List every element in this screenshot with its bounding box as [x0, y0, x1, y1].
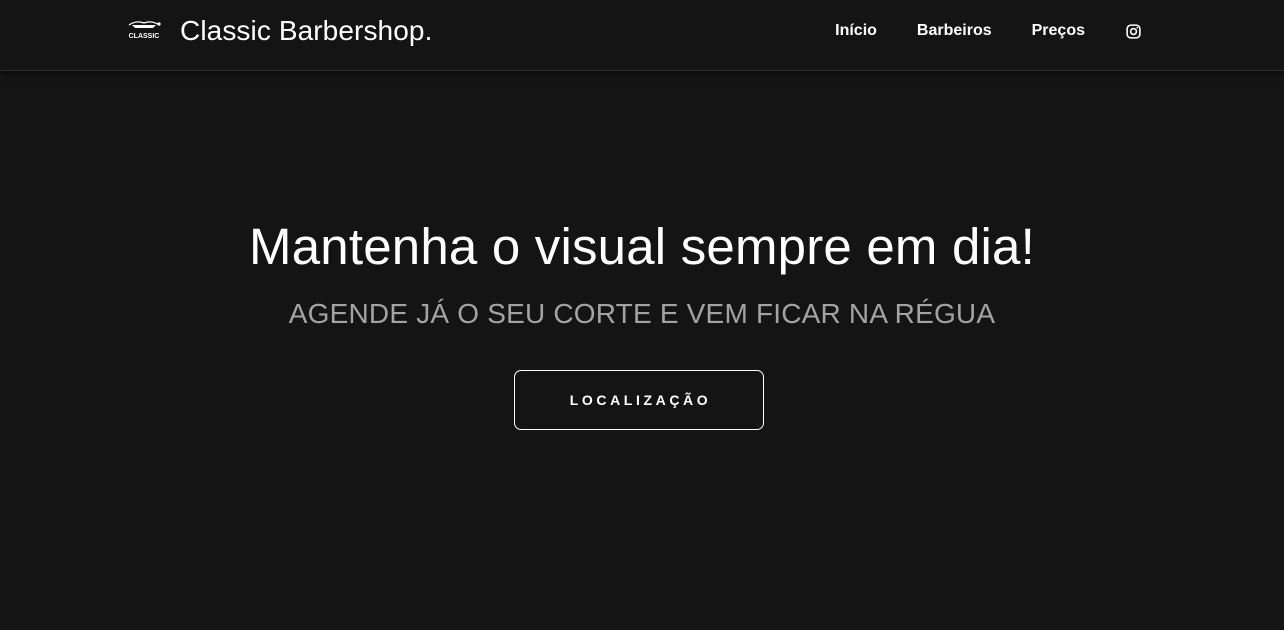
- nav-link-inicio[interactable]: Início: [835, 22, 877, 40]
- instagram-icon[interactable]: [1125, 23, 1141, 39]
- nav-link-barbeiros[interactable]: Barbeiros: [917, 22, 992, 40]
- classic-barbershop-logo-icon: CLASSIC: [126, 16, 162, 46]
- hero-section: Mantenha o visual sempre em dia! AGENDE …: [0, 72, 1284, 630]
- location-button[interactable]: LOCALIZAÇÃO: [514, 370, 764, 430]
- hero-title: Mantenha o visual sempre em dia!: [249, 218, 1035, 275]
- nav-menu: Início Barbeiros Preços: [835, 19, 1141, 43]
- navbar: CLASSIC Classic Barbershop. Início Barbe…: [0, 0, 1284, 71]
- nav-link-precos[interactable]: Preços: [1032, 22, 1085, 40]
- logo-text: CLASSIC: [129, 33, 160, 40]
- brand-link[interactable]: CLASSIC Classic Barbershop.: [126, 14, 432, 48]
- hero-subtitle: AGENDE JÁ O SEU CORTE E VEM FICAR NA RÉG…: [288, 298, 996, 329]
- brand-name: Classic Barbershop.: [180, 15, 433, 46]
